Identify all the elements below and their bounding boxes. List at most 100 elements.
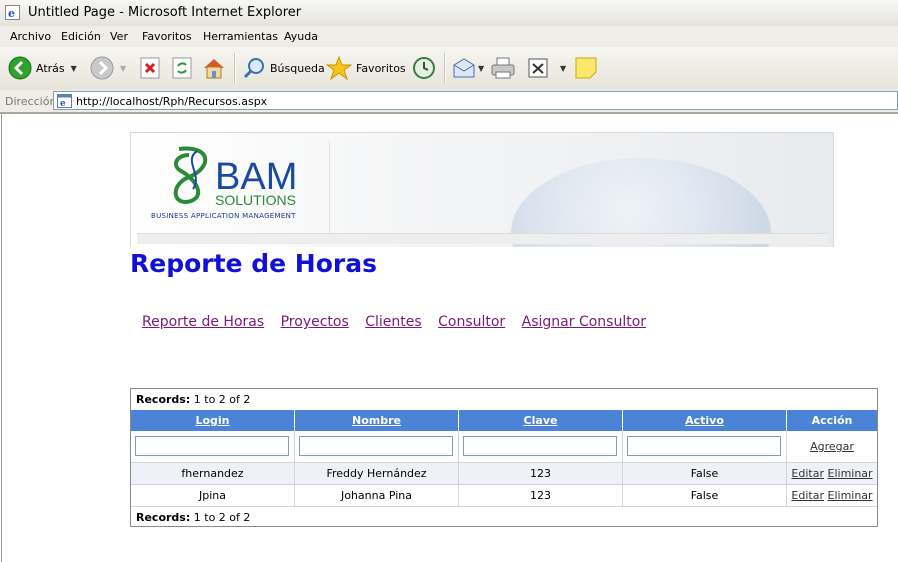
clave-input[interactable] (463, 436, 617, 456)
sort-activo-link[interactable]: Activo (685, 414, 724, 427)
home-button[interactable] (202, 55, 226, 81)
menu-ver[interactable]: Ver (110, 30, 128, 43)
window-titlebar: e Untitled Page - Microsoft Internet Exp… (0, 0, 898, 27)
discuss-button[interactable] (574, 55, 598, 81)
nav-link-proyectos[interactable]: Proyectos (281, 314, 349, 330)
grid-insert-row: Agregar (131, 431, 877, 463)
login-value: Jpina (131, 485, 295, 506)
row-actions: Editar Eliminar (787, 485, 877, 506)
login-value: fhernandez (131, 463, 295, 484)
accion-cell: Agregar (787, 431, 877, 462)
nombre-input[interactable] (299, 436, 453, 456)
address-url: http://localhost/Rph/Recursos.aspx (76, 95, 268, 108)
menu-ayuda[interactable]: Ayuda (284, 30, 318, 43)
print-button[interactable] (490, 55, 516, 81)
back-dropdown-icon[interactable]: ▼ (71, 64, 77, 73)
history-icon (413, 57, 435, 79)
clave-value: 123 (459, 485, 623, 506)
editar-link[interactable]: Editar (791, 489, 824, 502)
grid-header-row: Login Nombre Clave Activo Acción (131, 410, 877, 431)
internet-explorer-icon: e (5, 5, 20, 20)
accion-header-label: Acción (811, 414, 853, 427)
toolbar: Atrás ▼ ▼ Búsqueda Favoritos ▼ ▼ (0, 47, 898, 91)
home-icon (204, 59, 224, 79)
column-header-login[interactable]: Login (131, 410, 295, 431)
star-icon (326, 56, 352, 80)
favorites-label: Favoritos (356, 61, 406, 75)
pager-label: Records: (136, 511, 191, 524)
banner-tagline: BUSINESS APPLICATION MANAGEMENT (151, 212, 296, 220)
history-button[interactable] (412, 55, 436, 81)
activo-cell (623, 431, 787, 462)
menu-archivo[interactable]: Archivo (10, 30, 51, 43)
address-input[interactable]: e http://localhost/Rph/Recursos.aspx (53, 91, 898, 110)
nav-link-consultor[interactable]: Consultor (438, 314, 505, 330)
refresh-icon (172, 57, 192, 79)
sort-login-link[interactable]: Login (195, 414, 229, 427)
logo-subtitle: SOLUTIONS (215, 192, 296, 208)
sort-nombre-link[interactable]: Nombre (352, 414, 401, 427)
pager-value: 1 to 2 of 2 (193, 511, 251, 524)
nav-link-asignar-consultor[interactable]: Asignar Consultor (522, 314, 646, 330)
recursos-grid: Records: 1 to 2 of 2 Login Nombre Clave … (130, 388, 878, 527)
pager-value: 1 to 2 of 2 (193, 393, 251, 406)
activo-input[interactable] (627, 436, 781, 456)
clave-cell (459, 431, 623, 462)
mail-button[interactable]: ▼ (452, 55, 484, 81)
svg-text:e: e (8, 7, 15, 20)
row-actions: Editar Eliminar (787, 463, 877, 484)
pager-label: Records: (136, 393, 191, 406)
search-icon (243, 58, 264, 79)
stop-icon (140, 57, 160, 79)
nombre-cell (295, 431, 459, 462)
menu-favoritos[interactable]: Favoritos (142, 30, 192, 43)
eliminar-link[interactable]: Eliminar (828, 489, 873, 502)
menu-herramientas[interactable]: Herramientas (203, 30, 278, 43)
printer-icon (491, 57, 515, 79)
search-button[interactable]: Búsqueda (242, 55, 325, 81)
address-bar: Dirección e http://localhost/Rph/Recurso… (0, 90, 898, 114)
eliminar-link[interactable]: Eliminar (828, 467, 873, 480)
menu-bar: Archivo Edición Ver Favoritos Herramient… (0, 26, 898, 48)
table-row: Jpina Johanna Pina 123 False Editar Elim… (131, 485, 877, 507)
menu-edicion[interactable]: Edición (61, 30, 101, 43)
activo-value: False (623, 485, 787, 506)
column-header-nombre[interactable]: Nombre (295, 410, 459, 431)
back-label: Atrás (36, 61, 65, 75)
edit-dropdown-icon[interactable]: ▼ (560, 64, 566, 73)
favorites-button[interactable]: Favoritos (326, 55, 406, 81)
search-label: Búsqueda (270, 61, 325, 75)
page-viewport: BAM SOLUTIONS BUSINESS APPLICATION MANAG… (1, 114, 898, 562)
login-input[interactable] (135, 436, 289, 456)
clave-value: 123 (459, 463, 623, 484)
edit-button[interactable]: ▼ (528, 55, 566, 81)
stop-button[interactable] (140, 55, 160, 81)
banner-strip (137, 233, 827, 244)
column-header-clave[interactable]: Clave (459, 410, 623, 431)
forward-dropdown-icon[interactable]: ▼ (120, 64, 126, 73)
editar-link[interactable]: Editar (791, 467, 824, 480)
bam-logo: BAM SOLUTIONS (173, 146, 297, 208)
back-arrow-icon (8, 56, 32, 80)
column-header-activo[interactable]: Activo (623, 410, 787, 431)
nombre-value: Johanna Pina (295, 485, 459, 506)
toolbar-separator (444, 53, 446, 83)
nombre-value: Freddy Hernández (295, 463, 459, 484)
activo-value: False (623, 463, 787, 484)
refresh-button[interactable] (172, 55, 192, 81)
toolbar-separator (234, 53, 236, 83)
forward-arrow-icon (90, 56, 114, 80)
nav-link-reporte-de-horas[interactable]: Reporte de Horas (142, 314, 264, 330)
sort-clave-link[interactable]: Clave (524, 414, 558, 427)
forward-button[interactable]: ▼ (90, 55, 126, 81)
company-banner: BAM SOLUTIONS BUSINESS APPLICATION MANAG… (130, 132, 834, 247)
window-title: Untitled Page - Microsoft Internet Explo… (28, 5, 302, 20)
back-button[interactable]: Atrás ▼ (8, 55, 77, 81)
mail-dropdown-icon[interactable]: ▼ (478, 64, 484, 73)
agregar-link[interactable]: Agregar (810, 440, 854, 453)
login-cell (131, 431, 295, 462)
address-label: Dirección (5, 95, 57, 108)
nav-link-clientes[interactable]: Clientes (365, 314, 421, 330)
pager-bottom: Records: 1 to 2 of 2 (136, 511, 250, 524)
table-row: fhernandez Freddy Hernández 123 False Ed… (131, 463, 877, 485)
